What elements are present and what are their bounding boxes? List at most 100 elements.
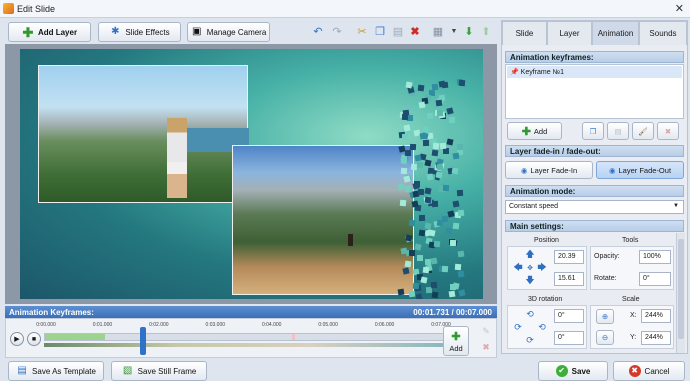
paste-icon[interactable]: ▤: [607, 122, 629, 140]
position-y-field[interactable]: 15.61: [554, 272, 584, 286]
opacity-value: 100%: [643, 253, 661, 260]
manage-camera-button[interactable]: ▣ Manage Camera: [187, 22, 270, 42]
tile-fragment: [419, 214, 426, 221]
copy-icon[interactable]: ❐: [582, 122, 604, 140]
delete-icon[interactable]: ✖: [407, 23, 423, 40]
edit-icon[interactable]: ✎: [478, 323, 494, 340]
scale-y-field[interactable]: 244%: [641, 331, 671, 345]
tab-animation[interactable]: Animation: [592, 21, 639, 45]
arrow-down-icon[interactable]: 🡇: [524, 275, 536, 287]
play-button[interactable]: ▶: [10, 332, 24, 346]
girl-figure: [167, 118, 187, 198]
scale-group: ⊕ ⊖ X: 244% Y: 244%: [590, 305, 674, 349]
preview-area[interactable]: [5, 44, 497, 304]
tile-fragment: [424, 187, 432, 195]
save-label: Save: [571, 366, 591, 376]
tile-fragment: [452, 223, 460, 230]
keyframe-list[interactable]: 📌 Keyframe №1: [505, 64, 684, 119]
zoom-out-icon[interactable]: ⊖: [596, 330, 614, 345]
delete-icon[interactable]: ✖: [657, 122, 679, 140]
position-x-value: 20.39: [558, 253, 576, 260]
brush-icon[interactable]: 🖌: [632, 122, 654, 140]
tile-fragment: [426, 173, 434, 181]
slide-effects-button[interactable]: ✱ Slide Effects: [98, 22, 181, 42]
arrow-up-icon[interactable]: 🡅: [524, 249, 536, 261]
slide-canvas[interactable]: [20, 49, 483, 299]
undo-icon[interactable]: ↶: [310, 23, 326, 40]
stop-button[interactable]: ■: [27, 332, 41, 346]
tile-fragment: [420, 276, 428, 284]
redo-icon[interactable]: ↷: [329, 23, 345, 40]
chevron-down-icon[interactable]: ▼: [446, 23, 462, 40]
rotation3d-x-field[interactable]: 0°: [554, 309, 584, 323]
add-keyframe-panel-button[interactable]: ✚ Add: [507, 122, 562, 140]
timeline-tick: 0:05.000: [318, 322, 338, 328]
tab-slide[interactable]: Slide: [502, 21, 547, 45]
timeline-tick: 0:06.000: [374, 322, 395, 328]
tab-layer[interactable]: Layer: [547, 21, 592, 45]
position-x-field[interactable]: 20.39: [554, 250, 584, 264]
cancel-button[interactable]: ✖ Cancel: [613, 361, 685, 381]
timeline-tick: 0:02.000: [149, 322, 169, 328]
move-down-icon[interactable]: ⬇: [461, 23, 477, 40]
rotate-field[interactable]: 0°: [639, 272, 671, 286]
add-keyframe-button[interactable]: ✚ Add: [443, 326, 469, 356]
plus-icon: ✚: [451, 330, 461, 343]
arrow-right-icon[interactable]: 🡆: [536, 262, 548, 274]
rotate-right-icon[interactable]: ⟲: [536, 321, 548, 333]
photo-layer-coast[interactable]: [38, 65, 249, 203]
copy-icon[interactable]: ❐: [372, 23, 388, 40]
position-group: 🡅 🡄 ✥ 🡆 🡇 20.39 15.61: [507, 246, 587, 290]
playhead[interactable]: [139, 327, 146, 355]
tile-fragment: [412, 282, 420, 290]
zoom-in-icon[interactable]: ⊕: [596, 309, 614, 324]
scrollbar[interactable]: [676, 233, 685, 353]
fade-in-button[interactable]: ◉ Layer Fade-In: [505, 161, 593, 179]
rotate-label: Rotate:: [594, 275, 617, 282]
move-up-icon[interactable]: ⬆: [478, 23, 494, 40]
tile-fragment: [435, 171, 443, 179]
tile-fragment: [404, 185, 412, 193]
keyframe-track[interactable]: [44, 333, 444, 341]
scale-y-value: 244%: [645, 334, 663, 341]
keyframe-marker-red[interactable]: [291, 334, 295, 340]
scrollbar-thumb[interactable]: [678, 239, 684, 339]
save-template-button[interactable]: ▤ Save As Template: [8, 361, 104, 381]
fade-in-label: Layer Fade-In: [530, 165, 578, 175]
tile-fragment: [401, 134, 408, 141]
arrow-left-icon[interactable]: 🡄: [512, 262, 524, 274]
eye-icon: ◉: [520, 165, 528, 175]
save-frame-button[interactable]: ▧ Save Still Frame: [111, 361, 207, 381]
tab-sounds[interactable]: Sounds: [639, 21, 687, 45]
tile-fragment: [402, 113, 409, 120]
animation-mode-select[interactable]: Constant speed ▼: [505, 200, 684, 214]
manage-camera-label: Manage Camera: [206, 27, 267, 37]
close-icon[interactable]: ✕: [675, 2, 684, 15]
scale-x-field[interactable]: 244%: [641, 309, 671, 323]
rotate-x-icon[interactable]: ⟲: [524, 308, 536, 320]
list-item[interactable]: 📌 Keyframe №1: [507, 66, 682, 78]
timeline-panel[interactable]: ▶ ■ 0:00.000 0:01.000 0:02.000 0:03.000 0:04…: [5, 318, 497, 358]
rotate-y-icon[interactable]: ⟳: [524, 334, 536, 346]
rotation3d-y-field[interactable]: 0°: [554, 331, 584, 345]
tile-fragment: [399, 199, 407, 207]
tile-fragment: [407, 114, 414, 122]
plus-icon: ✚: [521, 125, 531, 138]
cut-icon[interactable]: ✂: [354, 23, 370, 40]
photo-layer-mountain[interactable]: [232, 145, 414, 295]
properties-panel: Slide Layer Animation Sounds Animation k…: [501, 20, 688, 354]
opacity-field[interactable]: 100%: [639, 250, 671, 264]
grid-icon[interactable]: ▦: [430, 23, 446, 40]
timeline-ruler: 0:00.000 0:01.000 0:02.000 0:03.000 0:04.000…: [36, 322, 450, 332]
rotation3d-label: 3D rotation: [528, 296, 563, 303]
save-button[interactable]: ✔ Save: [538, 361, 608, 381]
paste-icon[interactable]: ▤: [390, 23, 406, 40]
add-layer-button[interactable]: ✚ Add Layer: [8, 22, 91, 42]
plus-icon: ✚: [22, 24, 34, 40]
rotate-left-icon[interactable]: ⟳: [512, 321, 524, 333]
tile-fragment: [404, 149, 412, 156]
tile-fragment: [458, 79, 465, 87]
tile-fragment: [446, 107, 454, 116]
remove-icon[interactable]: ✖: [478, 339, 494, 356]
fade-out-button[interactable]: ◉ Layer Fade-Out: [596, 161, 684, 179]
